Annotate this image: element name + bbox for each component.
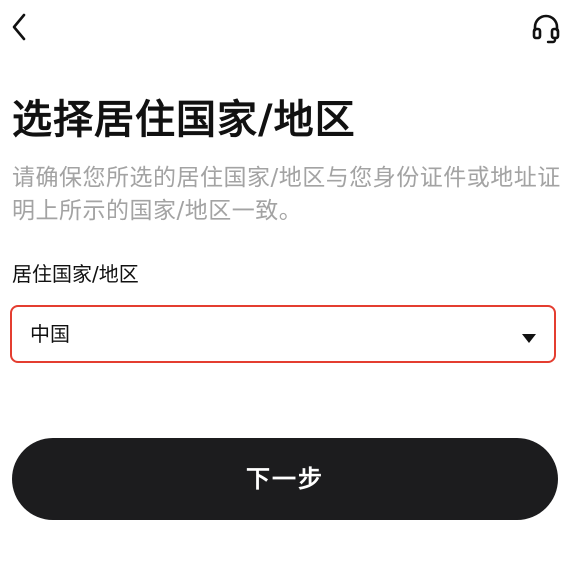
page-subtitle: 请确保您所选的居住国家/地区与您身份证件或地址证明上所示的国家/地区一致。: [12, 165, 561, 224]
top-bar: [0, 0, 581, 60]
customer-support-button[interactable]: [528, 12, 564, 48]
country-field-label: 居住国家/地区: [12, 262, 139, 286]
next-button[interactable]: 下一步: [12, 438, 558, 520]
chevron-left-icon: [11, 13, 27, 45]
country-select[interactable]: 中国: [10, 305, 556, 363]
page-title: 选择居住国家/地区: [12, 97, 356, 143]
next-button-label: 下一步: [246, 465, 324, 493]
caret-down-icon: [522, 329, 536, 343]
country-select-value: 中国: [30, 322, 70, 346]
back-button[interactable]: [6, 12, 32, 46]
headset-icon: [530, 12, 562, 48]
